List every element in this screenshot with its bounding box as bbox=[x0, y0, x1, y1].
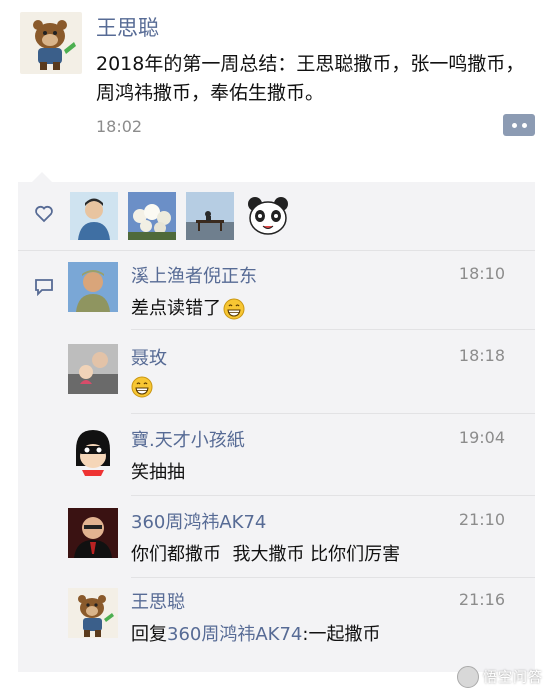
comment-text: 笑抽抽 bbox=[131, 462, 185, 483]
grin-emoji-icon bbox=[131, 376, 153, 398]
old-man-icon bbox=[68, 262, 118, 312]
comment-time: 18:10 bbox=[458, 264, 505, 283]
like-avatar-seaside[interactable] bbox=[186, 192, 234, 240]
dot-icon bbox=[511, 122, 517, 128]
post-time: 18:02 bbox=[96, 117, 143, 136]
man-red-background-icon bbox=[68, 508, 118, 558]
comment-text: 你们都撒币 我大撒币 比你们厉害 bbox=[131, 544, 401, 565]
man-portrait-icon bbox=[70, 192, 118, 240]
reply-prefix: 回复 bbox=[131, 624, 167, 645]
watermark: 悟空问答 bbox=[457, 666, 543, 688]
heart-icon bbox=[35, 205, 53, 223]
commenter-name[interactable]: 溪上渔者倪正东 bbox=[131, 262, 257, 288]
commenter-name[interactable]: 王思聪 bbox=[131, 588, 185, 614]
seaside-bench-icon bbox=[186, 192, 234, 240]
divider bbox=[131, 495, 535, 496]
reply-text: :一起撒币 bbox=[302, 624, 381, 645]
dot-icon bbox=[521, 122, 527, 128]
post-text: 2018年的第一周总结：王思聪撒币，张一鸣撒币，周鸿祎撒币，奉佑生撒币。 bbox=[96, 53, 525, 104]
bear-cartoon-icon bbox=[68, 588, 118, 638]
wukong-logo-icon bbox=[457, 666, 479, 688]
author-avatar[interactable] bbox=[20, 12, 82, 74]
comment-text: 回复360周鸿祎AK74:一起撒币 bbox=[131, 620, 380, 646]
commenter-avatar[interactable] bbox=[68, 262, 118, 312]
grin-emoji-icon bbox=[223, 298, 245, 320]
reply-mention[interactable]: 360周鸿祎AK74 bbox=[167, 624, 302, 645]
comment-item: 聂玫 18:18 bbox=[18, 344, 535, 414]
more-actions-button[interactable] bbox=[503, 114, 535, 136]
comment-time: 21:10 bbox=[458, 510, 505, 529]
comment-time: 19:04 bbox=[458, 428, 505, 447]
comment-text: 差点读错了 bbox=[131, 294, 245, 320]
post-author-name[interactable]: 王思聪 bbox=[96, 12, 159, 42]
comment-item: 寶.天才小孩紙 19:04 笑抽抽 bbox=[18, 426, 535, 496]
family-photo-icon bbox=[68, 344, 118, 394]
commenter-name[interactable]: 聂玫 bbox=[131, 344, 167, 370]
divider bbox=[131, 413, 535, 414]
commenter-name[interactable]: 寶.天才小孩紙 bbox=[131, 426, 245, 452]
commenter-avatar[interactable] bbox=[68, 588, 118, 638]
commenter-avatar[interactable] bbox=[68, 426, 118, 476]
bear-cartoon-icon bbox=[33, 20, 76, 70]
comment-item: 溪上渔者倪正东 18:10 差点读错了 bbox=[18, 262, 535, 332]
masked-kid-cartoon-icon bbox=[68, 426, 118, 476]
likes-comments-panel: 溪上渔者倪正东 18:10 差点读错了 聂玫 18:18 寶.天才小孩紙 19:… bbox=[18, 182, 535, 672]
comment-body: 差点读错了 bbox=[131, 298, 221, 319]
comment-item: 王思聪 21:16 回复360周鸿祎AK74:一起撒币 bbox=[18, 588, 535, 658]
flowers-icon bbox=[128, 192, 176, 240]
like-avatar-panda[interactable] bbox=[244, 192, 292, 240]
like-avatar-flowers[interactable] bbox=[128, 192, 176, 240]
like-avatar-man-portrait[interactable] bbox=[70, 192, 118, 240]
comment-time: 18:18 bbox=[458, 346, 505, 365]
divider bbox=[131, 577, 535, 578]
comment-text bbox=[131, 376, 153, 398]
commenter-avatar[interactable] bbox=[68, 508, 118, 558]
watermark-text: 悟空问答 bbox=[483, 670, 543, 686]
commenter-name[interactable]: 360周鸿祎AK74 bbox=[131, 508, 266, 534]
panda-cartoon-icon bbox=[244, 192, 292, 240]
comment-item: 360周鸿祎AK74 21:10 你们都撒币 我大撒币 比你们厉害 bbox=[18, 508, 535, 578]
likes-row bbox=[18, 182, 535, 251]
divider bbox=[131, 329, 535, 330]
panel-arrow bbox=[32, 172, 52, 182]
comment-time: 21:16 bbox=[458, 590, 505, 609]
commenter-avatar[interactable] bbox=[68, 344, 118, 394]
